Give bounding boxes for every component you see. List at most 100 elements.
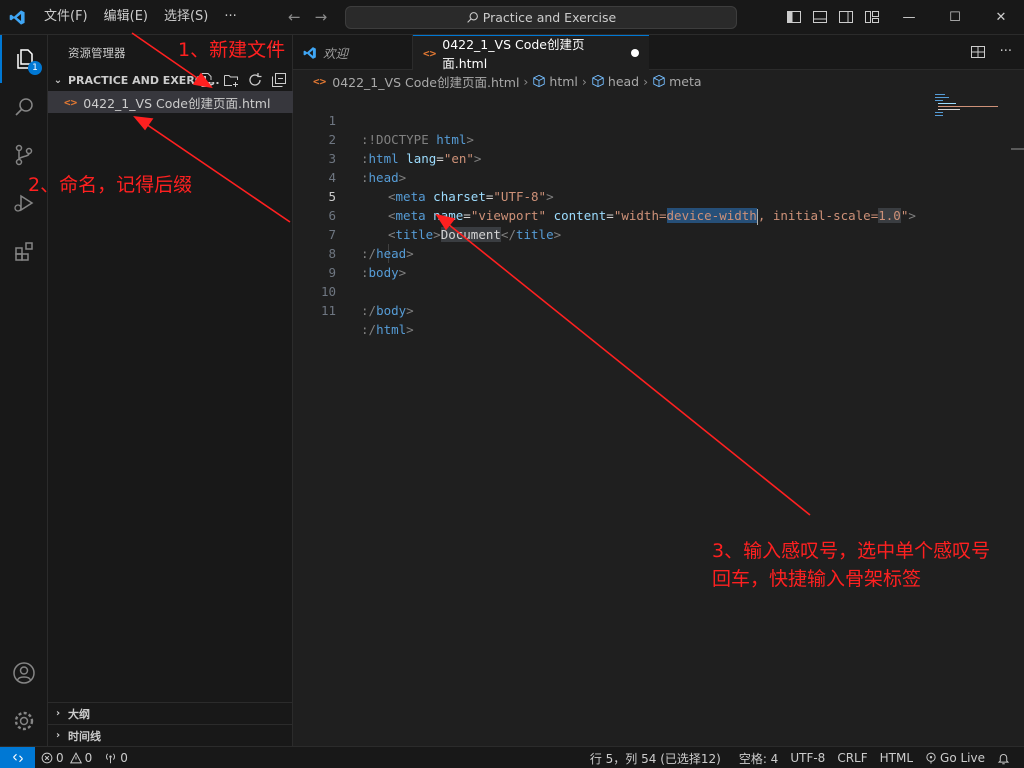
vscode-tab-icon	[303, 46, 316, 59]
split-editor-icon[interactable]	[970, 44, 986, 60]
menu-selection[interactable]: 选择(S)	[156, 5, 216, 29]
code-line-current[interactable]: 5 <meta name="viewport" content="width=d…	[293, 168, 933, 225]
vscode-logo-icon	[0, 0, 35, 35]
toggle-panel-icon[interactable]	[812, 9, 828, 25]
problems-status[interactable]: 0 0	[35, 747, 98, 768]
token: :/	[361, 303, 377, 318]
breadcrumb-head[interactable]: head	[591, 74, 639, 89]
warning-icon	[69, 751, 82, 763]
menu-more[interactable]: ···	[216, 5, 244, 29]
go-live-label: Go Live	[940, 751, 985, 765]
token: :/	[361, 322, 377, 337]
ports-status[interactable]: 0	[98, 747, 134, 768]
outline-label: 大纲	[68, 707, 90, 721]
chevron-right-icon: ›	[55, 708, 61, 719]
tab-actions: ···	[970, 44, 1012, 60]
menu-file[interactable]: 文件(F)	[36, 5, 96, 29]
minimap[interactable]	[935, 92, 1011, 122]
folder-name: PRACTICE AND EXERCI...	[68, 73, 220, 87]
minimize-icon[interactable]: —	[886, 0, 932, 35]
outline-section[interactable]: › 大纲	[48, 702, 293, 724]
toggle-secondary-sidebar-icon[interactable]	[838, 9, 854, 25]
explorer-badge: 1	[28, 61, 42, 75]
code-line[interactable]: 6 <title>Document</title>	[293, 187, 933, 242]
extensions-icon[interactable]	[0, 227, 48, 275]
breadcrumb-meta[interactable]: meta	[652, 74, 702, 89]
annotation-naming: 2、命名，记得后缀	[28, 174, 193, 196]
language-mode[interactable]: HTML	[874, 747, 919, 768]
explorer-icon[interactable]: 1	[0, 35, 48, 83]
explorer-file-item[interactable]: <> 0422_1_VS Code创建页面.html	[48, 91, 293, 113]
encoding[interactable]: UTF-8	[784, 747, 831, 768]
line-number: 11	[320, 303, 336, 318]
status-bar: 0 0 0 行 5，列 54 (已选择12) 空格: 4 UTF-8 CRLF …	[0, 746, 1024, 768]
html-file-icon: <>	[64, 95, 78, 109]
code-editor[interactable]: 1 :!DOCTYPE html> 2 :html lang="en"> 3 :…	[293, 92, 1024, 746]
back-arrow-icon[interactable]: ←	[288, 8, 301, 26]
manage-gear-icon[interactable]	[0, 697, 48, 745]
chevron-right-icon: ›	[55, 730, 61, 741]
code-line[interactable]: 9	[293, 244, 933, 280]
breadcrumb-html[interactable]: html	[532, 74, 578, 89]
explorer-file-name: 0422_1_VS Code创建页面.html	[83, 95, 271, 111]
timeline-section[interactable]: › 时间线	[48, 724, 293, 746]
status-bar-right: 行 5，列 54 (已选择12) 空格: 4 UTF-8 CRLF HTML G…	[584, 747, 1016, 768]
token: >	[406, 303, 414, 318]
token: html	[376, 322, 407, 337]
refresh-icon[interactable]	[247, 72, 263, 88]
end-of-line[interactable]: CRLF	[831, 747, 873, 768]
account-icon[interactable]	[0, 649, 48, 697]
customize-layout-icon[interactable]	[864, 9, 880, 25]
menu-edit[interactable]: 编辑(E)	[96, 5, 156, 29]
title-bar: 文件(F) 编辑(E) 选择(S) ··· ← → Practice and E…	[0, 0, 1024, 35]
close-icon[interactable]: ✕	[978, 0, 1024, 35]
unsaved-dot-icon[interactable]	[631, 49, 639, 57]
code-line[interactable]: 2 :html lang="en">	[293, 111, 933, 166]
go-live-icon	[926, 752, 936, 764]
token: >	[406, 322, 414, 337]
command-center-label: Practice and Exercise	[482, 10, 617, 25]
html-file-icon: <>	[423, 46, 437, 60]
token: body	[376, 303, 407, 318]
breadcrumb-separator-icon: ›	[643, 73, 649, 89]
breadcrumb: <> 0422_1_VS Code创建页面.html › html › head…	[293, 70, 1024, 92]
explorer-sidebar: 资源管理器 ··· ⌄ PRACTICE AND EXERCI... <> 04…	[48, 35, 293, 746]
code-line[interactable]: 1 :!DOCTYPE html>	[293, 92, 933, 147]
activity-bar: 1	[0, 35, 48, 746]
editor-scrollbar[interactable]	[1011, 148, 1024, 150]
element-cube-icon	[533, 74, 546, 88]
tab-html-file[interactable]: <> 0422_1_VS Code创建页面.html	[413, 35, 649, 71]
cursor-position[interactable]: 行 5，列 54 (已选择12)	[584, 747, 727, 768]
remote-indicator-icon[interactable]	[0, 746, 35, 768]
forward-arrow-icon[interactable]: →	[315, 8, 328, 26]
new-file-icon[interactable]	[199, 72, 215, 88]
warning-count: 0	[84, 750, 93, 765]
breadcrumb-file[interactable]: <> 0422_1_VS Code创建页面.html	[313, 72, 519, 91]
breadcrumb-head-label: head	[607, 73, 640, 89]
code-line[interactable]: 8 :body>	[293, 225, 933, 280]
new-folder-icon[interactable]	[223, 72, 239, 88]
tab-welcome[interactable]: 欢迎	[293, 35, 413, 70]
more-actions-icon[interactable]: ···	[1000, 44, 1012, 60]
element-cube-icon	[592, 74, 604, 88]
code-line[interactable]: 7 :/head>	[293, 206, 933, 261]
code-line[interactable]: 4 <meta charset="UTF-8">	[293, 149, 933, 204]
code-line[interactable]: 3 :head>	[293, 130, 933, 185]
notifications-bell-icon[interactable]	[991, 747, 1016, 768]
code-line[interactable]: 10 :/body>	[293, 263, 933, 318]
code-line[interactable]: 11 :/html>	[293, 282, 933, 337]
window-controls: — ☐ ✕	[886, 0, 1024, 35]
maximize-icon[interactable]: ☐	[932, 0, 978, 35]
collapse-all-icon[interactable]	[271, 72, 287, 88]
tab-html-file-label: 0422_1_VS Code创建页面.html	[442, 37, 585, 71]
error-count: 0	[56, 750, 64, 765]
command-center[interactable]: Practice and Exercise	[345, 6, 737, 29]
search-view-icon[interactable]	[0, 83, 48, 131]
ports-count: 0	[120, 750, 128, 765]
error-icon	[41, 752, 53, 763]
toggle-primary-sidebar-icon[interactable]	[786, 9, 802, 25]
go-live-button[interactable]: Go Live	[919, 747, 991, 768]
menu-bar: 文件(F) 编辑(E) 选择(S) ···	[36, 5, 245, 29]
indentation[interactable]: 空格: 4	[733, 747, 785, 768]
breadcrumb-separator-icon: ›	[523, 73, 529, 89]
